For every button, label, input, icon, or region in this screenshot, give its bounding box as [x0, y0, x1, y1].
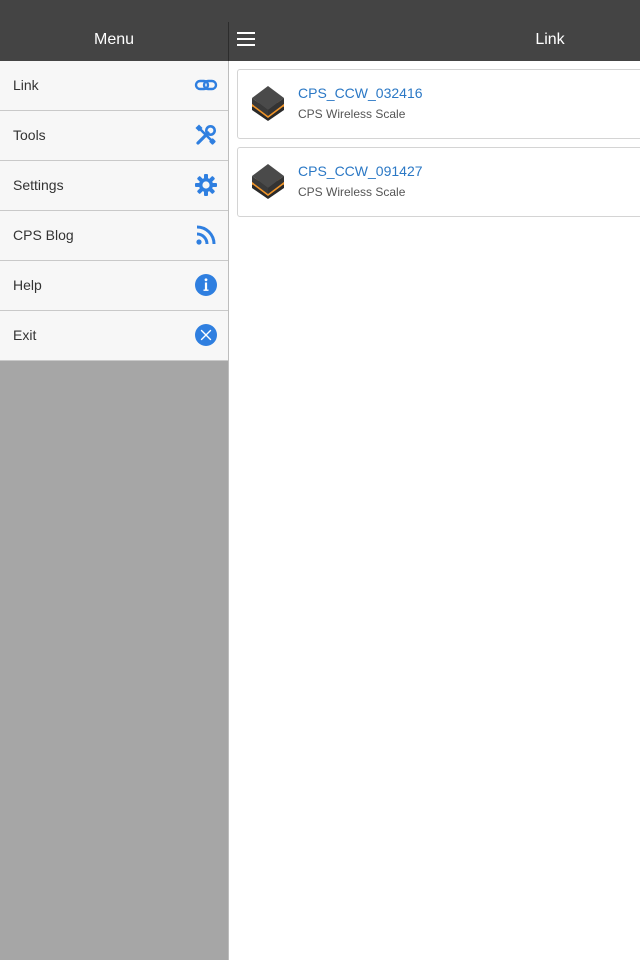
device-name: CPS_CCW_091427 — [298, 163, 423, 179]
device-list-item[interactable]: CPS_CCW_091427 CPS Wireless Scale — [237, 147, 640, 217]
device-list: CPS_CCW_032416 CPS Wireless Scale CPS_CC… — [229, 61, 640, 960]
sidebar-item-label: CPS Blog — [13, 227, 74, 243]
sidebar-menu: Link Tools Settings CPS Blog Help Exit — [0, 61, 228, 960]
page-title: Link — [535, 31, 565, 48]
hamburger-menu-icon[interactable] — [236, 30, 256, 48]
device-list-item[interactable]: CPS_CCW_032416 CPS Wireless Scale — [237, 69, 640, 139]
device-type: CPS Wireless Scale — [298, 107, 406, 121]
sidebar-item-label: Help — [13, 277, 42, 293]
device-name: CPS_CCW_032416 — [298, 85, 423, 101]
sidebar-item-tools[interactable]: Tools — [0, 111, 228, 161]
scale-device-icon — [249, 162, 287, 204]
sidebar-item-help[interactable]: Help — [0, 261, 228, 311]
header-divider — [228, 22, 229, 61]
sidebar-item-settings[interactable]: Settings — [0, 161, 228, 211]
close-icon — [194, 323, 218, 347]
sidebar-item-label: Tools — [13, 127, 46, 143]
sidebar-item-cps-blog[interactable]: CPS Blog — [0, 211, 228, 261]
gear-icon — [194, 173, 218, 197]
info-icon — [194, 273, 218, 297]
scale-device-icon — [249, 84, 287, 126]
sidebar-item-exit[interactable]: Exit — [0, 311, 228, 361]
sidebar-item-label: Settings — [13, 177, 64, 193]
device-type: CPS Wireless Scale — [298, 185, 406, 199]
sidebar-item-label: Link — [13, 77, 39, 93]
tools-icon — [194, 123, 218, 147]
sidebar-item-label: Exit — [13, 327, 37, 343]
top-bar: Menu Link — [0, 0, 640, 61]
sidebar-item-link[interactable]: Link — [0, 61, 228, 111]
link-icon — [194, 73, 218, 97]
rss-icon — [194, 223, 218, 247]
menu-title: Menu — [93, 31, 135, 48]
